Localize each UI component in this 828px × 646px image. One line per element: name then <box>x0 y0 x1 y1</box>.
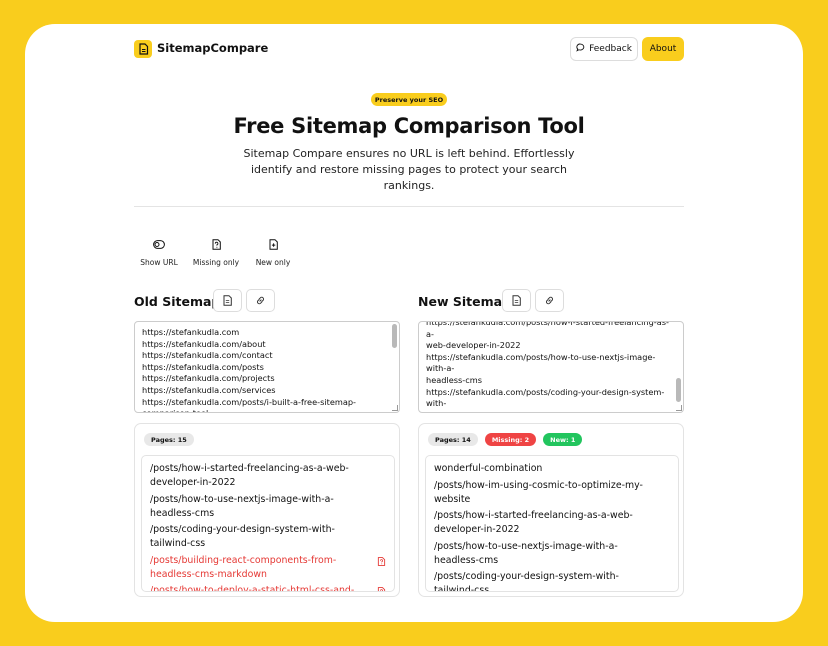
brand-name[interactable]: SitemapCompare <box>157 41 268 55</box>
url-item: /posts/how-im-using-cosmic-to-optimize-m… <box>434 479 654 507</box>
old-sitemap-input[interactable]: https://stefankudla.com https://stefankud… <box>134 321 400 413</box>
url-text: /posts/how-to-deploy-a-static-html-css-a… <box>150 585 355 592</box>
new-count-badge: New: 1 <box>543 433 583 446</box>
textarea-line: https://stefankudla.com/posts/how-to-use… <box>426 351 656 374</box>
url-item: /posts/how-i-started-freelancing-as-a-we… <box>434 509 654 537</box>
textarea-line: https://stefankudla.com/services <box>142 384 276 395</box>
textarea-line: https://stefankudla.com/posts/coding-you… <box>426 386 665 409</box>
textarea-line: https://stefankudla.com/contact <box>142 350 273 361</box>
show-url-label: Show URL <box>140 258 178 267</box>
textarea-line: https://stefankudla.com <box>142 327 240 337</box>
url-text: /posts/coding-your-design-system-with-ta… <box>150 524 335 549</box>
url-text: /posts/how-im-using-cosmic-to-optimize-m… <box>434 479 643 505</box>
new-sitemap-title: New Sitemap <box>418 294 511 309</box>
url-text: /posts/building-react-components-from-he… <box>150 554 337 580</box>
new-results-list[interactable]: wonderful-combination/posts/how-im-using… <box>425 455 679 592</box>
link-icon <box>255 291 266 310</box>
url-item: /posts/how-to-use-nextjs-image-with-a-he… <box>434 540 654 568</box>
url-text: /posts/how-to-use-nextjs-image-with-a-he… <box>434 540 618 566</box>
url-text: /posts/how-i-started-freelancing-as-a-we… <box>150 463 349 488</box>
textarea-line: https://stefankudla.com/projects <box>142 373 275 384</box>
textarea-line: web-developer-in-2022 <box>426 340 521 351</box>
missing-only-label: Missing only <box>192 258 240 267</box>
missing-count-badge: Missing: 2 <box>484 433 537 446</box>
scrollbar-thumb[interactable] <box>676 378 681 402</box>
url-item: /posts/how-to-use-nextjs-image-with-a-he… <box>150 493 370 521</box>
file-icon <box>223 291 232 310</box>
show-url-toggle[interactable]: Show URL <box>134 237 184 267</box>
pages-count-badge: Pages: 15 <box>144 433 194 446</box>
old-fetch-url-button[interactable] <box>246 289 275 312</box>
old-sitemap-title: Old Sitemap <box>134 294 221 309</box>
old-results-list[interactable]: /posts/how-i-started-freelancing-as-a-we… <box>141 455 395 592</box>
url-item: /posts/coding-your-design-system-with-ta… <box>150 523 370 551</box>
old-upload-file-button[interactable] <box>213 289 242 312</box>
page-title: Free Sitemap Comparison Tool <box>233 114 585 138</box>
new-sitemap-input[interactable]: https://stefankudla.com/posts/how-i-star… <box>418 321 684 413</box>
file-question-icon <box>212 237 221 251</box>
new-upload-file-button[interactable] <box>502 289 531 312</box>
url-item: wonderful-combination <box>434 462 654 476</box>
textarea-line: https://stefankudla.com/posts/how-i-star… <box>426 321 669 339</box>
about-button[interactable]: About <box>642 37 684 61</box>
old-results-panel: Pages: 15 /posts/how-i-started-freelanci… <box>134 423 400 597</box>
textarea-line: tailwind-css <box>426 410 671 412</box>
pages-count-badge: Pages: 14 <box>428 433 478 446</box>
file-plus-icon <box>269 237 278 251</box>
missing-url-item: /posts/building-react-components-from-he… <box>150 554 386 582</box>
page-description: Sitemap Compare ensures no URL is left b… <box>243 147 575 192</box>
textarea-line: https://stefankudla.com/about <box>142 338 266 349</box>
new-results-panel: Pages: 14 Missing: 2 New: 1 wonderful-co… <box>418 423 684 597</box>
divider <box>134 206 684 207</box>
new-only-label: New only <box>255 258 291 267</box>
textarea-line: https://stefankudla.com/posts/i-built-a-… <box>142 396 357 407</box>
seo-badge: Preserve your SEO <box>371 93 447 106</box>
missing-only-filter[interactable]: Missing only <box>184 237 248 267</box>
url-text: wonderful-combination <box>434 463 543 474</box>
missing-url-item: /posts/how-to-deploy-a-static-html-css-a… <box>150 584 386 592</box>
feedback-label: Feedback <box>589 44 632 54</box>
url-text: /posts/how-i-started-freelancing-as-a-we… <box>434 510 633 535</box>
textarea-line: comparison-tool <box>142 408 387 412</box>
file-icon <box>512 291 521 310</box>
url-item: /posts/coding-your-design-system-with-ta… <box>434 570 654 592</box>
chat-bubble-icon <box>576 43 585 55</box>
url-item: /posts/how-i-started-freelancing-as-a-we… <box>150 462 370 490</box>
scrollbar-thumb[interactable] <box>392 324 397 348</box>
missing-file-icon <box>377 587 386 591</box>
header: SitemapCompare Feedback About <box>134 37 684 62</box>
new-fetch-url-button[interactable] <box>535 289 564 312</box>
main-card: SitemapCompare Feedback About Preserve y… <box>25 24 803 622</box>
textarea-line: headless-cms <box>426 374 482 385</box>
logo-icon[interactable] <box>134 40 152 58</box>
url-text: /posts/coding-your-design-system-with-ta… <box>434 571 619 592</box>
toggle-icon <box>153 237 165 251</box>
textarea-line: https://stefankudla.com/posts <box>142 361 264 372</box>
resize-handle[interactable] <box>392 405 398 411</box>
link-icon <box>544 291 555 310</box>
feedback-button[interactable]: Feedback <box>570 37 638 61</box>
missing-file-icon <box>377 556 386 566</box>
filter-toolbar: Show URL Missing only New only <box>134 237 298 267</box>
resize-handle[interactable] <box>676 405 682 411</box>
url-text: /posts/how-to-use-nextjs-image-with-a-he… <box>150 493 334 519</box>
new-only-filter[interactable]: New only <box>248 237 298 267</box>
